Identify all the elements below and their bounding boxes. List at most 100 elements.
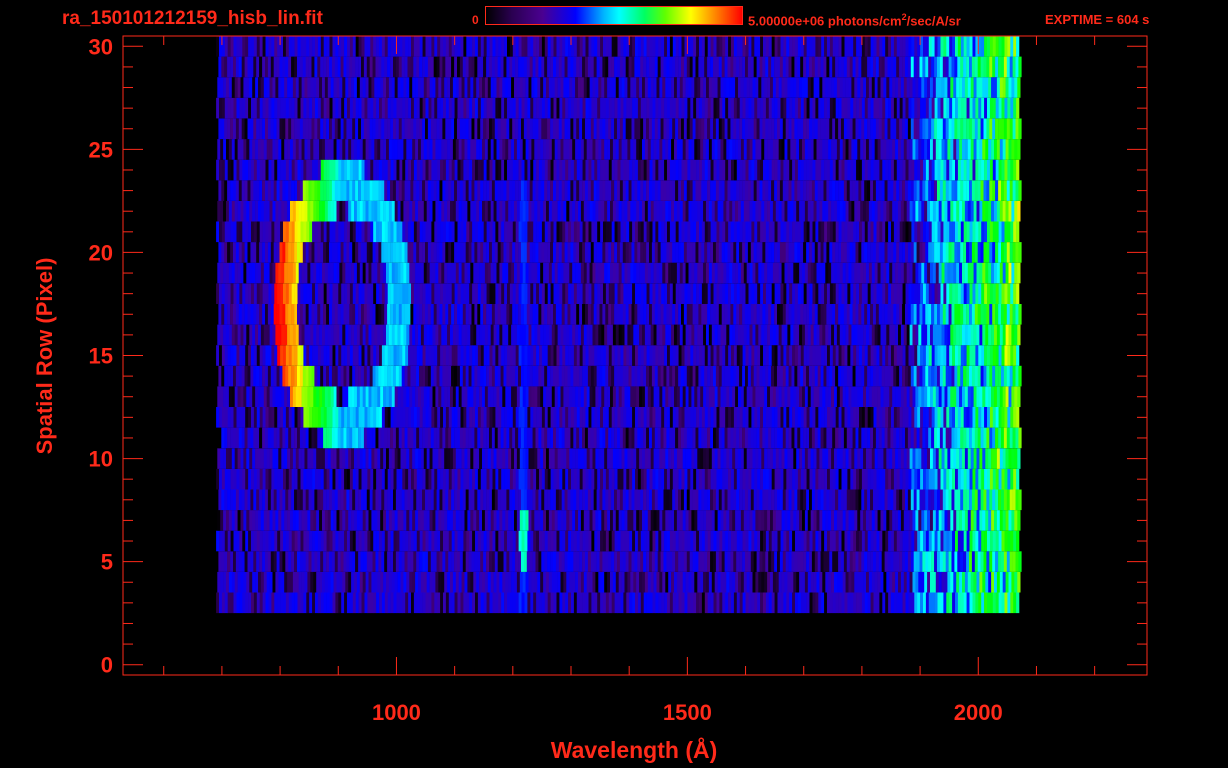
heatmap-cell [224, 365, 228, 387]
heatmap-cell [925, 304, 929, 325]
heatmap-cell [950, 386, 954, 407]
heatmap-cell [462, 551, 466, 572]
heatmap-cell [659, 262, 663, 284]
heatmap-cell [966, 489, 970, 511]
heatmap-cell [694, 448, 698, 469]
heatmap-cell [507, 530, 511, 552]
heatmap-cell [434, 468, 438, 490]
heatmap-cell [782, 365, 786, 387]
heatmap-cell [866, 324, 870, 346]
heatmap-cell [521, 530, 525, 552]
heatmap-cell [854, 262, 858, 284]
heatmap-cell [284, 571, 288, 593]
heatmap-cell [528, 571, 532, 593]
heatmap-cell [594, 468, 598, 490]
heatmap-cell [375, 304, 379, 325]
heatmap-cell [551, 262, 555, 284]
heatmap-cell [857, 386, 861, 407]
heatmap-cell [796, 510, 800, 531]
heatmap-cell [452, 324, 457, 346]
heatmap-cell [743, 262, 747, 284]
heatmap-cell [623, 468, 627, 490]
heatmap-cell [233, 489, 237, 511]
heatmap-cell [336, 386, 340, 407]
heatmap-cell [695, 242, 699, 263]
heatmap-cell [847, 283, 851, 304]
heatmap-cell [393, 489, 397, 511]
heatmap-cell [259, 365, 263, 387]
heatmap-cell [650, 571, 654, 593]
heatmap-cell [345, 510, 349, 531]
heatmap-cell [243, 324, 247, 346]
heatmap-cell [704, 242, 708, 263]
heatmap-cell [274, 530, 278, 552]
heatmap-cell [498, 468, 502, 490]
heatmap-cell [774, 489, 778, 511]
heatmap-cell [262, 242, 266, 263]
heatmap-cell [1001, 242, 1005, 263]
heatmap-cell [419, 427, 423, 449]
heatmap-cell [784, 448, 788, 469]
heatmap-cell [480, 468, 484, 490]
heatmap-cell [683, 427, 688, 449]
heatmap-cell [534, 571, 538, 593]
heatmap-cell [767, 448, 771, 469]
heatmap-cell [224, 427, 228, 449]
heatmap-cell [583, 262, 587, 284]
heatmap-cell [493, 510, 497, 531]
heatmap-cell [356, 510, 361, 531]
heatmap-cell [728, 407, 732, 428]
heatmap-cell [509, 530, 514, 552]
heatmap-cell [918, 571, 922, 593]
heatmap-cell [386, 262, 390, 284]
heatmap-cell [763, 283, 767, 304]
heatmap-cell [300, 592, 304, 614]
heatmap-cell [526, 551, 530, 572]
heatmap-cell [686, 551, 690, 572]
heatmap-cell [269, 510, 273, 531]
heatmap-cell [278, 510, 282, 531]
heatmap-cell [954, 551, 958, 572]
heatmap-cell [320, 592, 324, 614]
heatmap-cell [329, 530, 333, 552]
heatmap-cell [945, 242, 949, 263]
heatmap-cell [861, 551, 865, 572]
heatmap-cell [344, 530, 348, 552]
heatmap-cell [501, 592, 505, 614]
heatmap-cell [639, 510, 643, 531]
heatmap-cell [975, 345, 979, 366]
heatmap-cell [514, 324, 518, 346]
heatmap-cell [937, 242, 941, 263]
heatmap-cell [287, 571, 291, 593]
heatmap-cell [943, 407, 947, 428]
heatmap-cell [288, 304, 292, 325]
heatmap-cell [946, 592, 950, 614]
heatmap-cell [878, 489, 882, 511]
heatmap-cell [824, 407, 828, 428]
heatmap-cell [675, 468, 679, 490]
heatmap-cell [422, 304, 426, 325]
heatmap-cell [934, 407, 938, 428]
heatmap-cell [466, 407, 470, 428]
heatmap-cell [1010, 283, 1014, 304]
heatmap-cell [663, 427, 667, 449]
heatmap-cell [634, 427, 638, 449]
heatmap-cell [917, 592, 921, 614]
heatmap-cell [624, 448, 628, 469]
heatmap-cell [946, 283, 950, 304]
heatmap-cell [919, 365, 923, 387]
heatmap-cell [841, 468, 845, 490]
heatmap-cell [634, 304, 638, 325]
heatmap-cell [544, 407, 548, 428]
heatmap-cell [619, 365, 624, 387]
heatmap-cell [342, 386, 346, 407]
heatmap-cell [768, 283, 772, 304]
heatmap-cell [689, 427, 693, 449]
heatmap-cell [583, 571, 587, 593]
heatmap-cell [589, 571, 593, 593]
heatmap-cell [480, 427, 484, 449]
heatmap-cell [647, 571, 651, 593]
heatmap-cell [272, 262, 276, 284]
heatmap-cell [494, 242, 498, 263]
heatmap-cell [279, 427, 283, 449]
